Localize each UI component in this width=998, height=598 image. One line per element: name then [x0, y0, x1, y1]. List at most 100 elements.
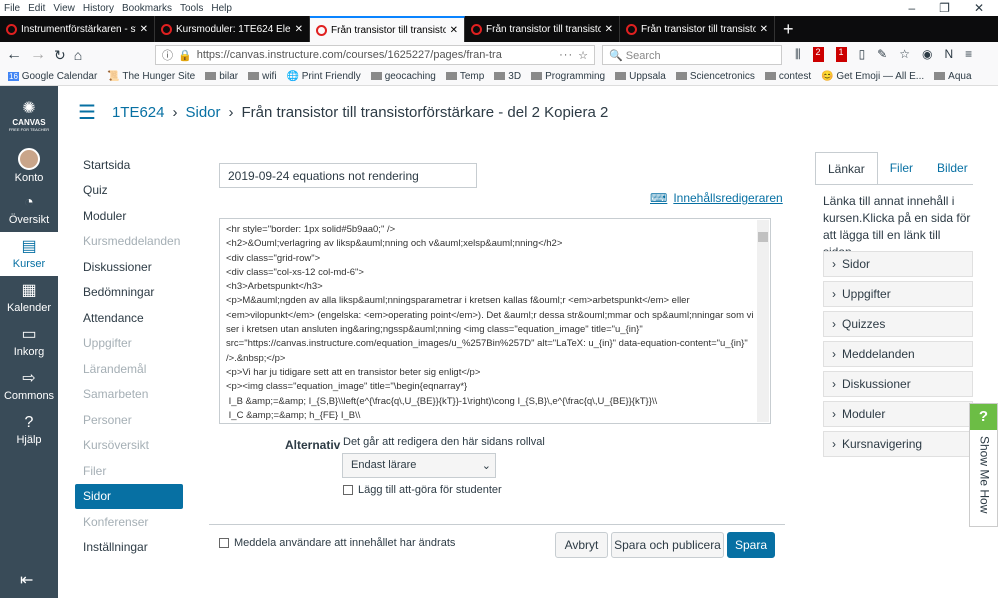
tab-links[interactable]: Länkar [815, 152, 878, 185]
edit-role-select[interactable]: Endast lärare ⌄ [342, 453, 496, 478]
menu-file[interactable]: File [4, 3, 20, 14]
global-nav-calendar[interactable]: ▦ Kalender [0, 276, 58, 320]
canvas-logo[interactable]: ✺ CANVAS FREE FOR TEACHER [0, 86, 58, 144]
course-nav-item[interactable]: Bedömningar [75, 280, 183, 306]
save-publish-button[interactable]: Spara och publicera [611, 532, 724, 558]
back-icon[interactable]: ← [6, 46, 22, 64]
html-editor-textarea[interactable]: <hr style="border: 1px solid#5b9aa0;" />… [219, 218, 771, 424]
course-nav-item[interactable]: Quiz [75, 178, 183, 204]
global-nav-commons[interactable]: ⇨ Commons [0, 364, 58, 408]
extension-badge[interactable]: 2 [812, 47, 824, 62]
menu-bookmarks[interactable]: Bookmarks [122, 3, 172, 14]
bookmark[interactable]: 📜 The Hunger Site [107, 71, 195, 82]
tab-files[interactable]: Filer [878, 152, 925, 185]
bookmark-folder[interactable]: Sciencetronics [675, 71, 755, 82]
scrollbar[interactable] [757, 220, 769, 422]
global-nav-inbox[interactable]: ▭ Inkorg [0, 320, 58, 364]
todo-checkbox-row[interactable]: Lägg till att-göra för studenter [343, 484, 502, 496]
more-icon[interactable]: ··· [559, 49, 573, 61]
course-nav-item[interactable]: Konferenser [75, 509, 183, 535]
menu-view[interactable]: View [53, 3, 75, 14]
course-nav-item[interactable]: Filer [75, 458, 183, 484]
accordion-item[interactable]: › Moduler [823, 401, 973, 427]
library-icon[interactable]: ⫼ [795, 47, 801, 62]
forward-icon[interactable]: → [30, 46, 46, 64]
course-nav-item[interactable]: Inställningar [75, 535, 183, 561]
bookmark-folder[interactable]: geocaching [370, 71, 436, 82]
notify-checkbox[interactable] [219, 538, 229, 548]
global-nav-account[interactable]: Konto [0, 144, 58, 188]
course-nav-item[interactable]: Uppgifter [75, 331, 183, 357]
course-nav-item[interactable]: Kursmeddelanden [75, 229, 183, 255]
home-icon[interactable]: ⌂ [74, 47, 82, 63]
global-nav-dashboard[interactable]: ◔ Översikt [0, 188, 58, 232]
breadcrumb-pages[interactable]: Sidor [185, 104, 220, 121]
show-me-how-widget[interactable]: ? Show Me How [969, 403, 998, 527]
bookmark-folder[interactable]: Temp [445, 71, 484, 82]
accordion-item[interactable]: › Diskussioner [823, 371, 973, 397]
global-nav-courses[interactable]: ▤ Kurser [0, 232, 58, 276]
hamburger-menu-icon[interactable]: ≡ [965, 47, 972, 62]
todo-checkbox[interactable] [343, 485, 353, 495]
accordion-item[interactable]: › Quizzes [823, 311, 973, 337]
sidebar-icon[interactable]: ▯ [859, 47, 866, 62]
close-tab-icon[interactable]: ✕ [760, 24, 768, 35]
accordion-item[interactable]: › Uppgifter [823, 281, 973, 307]
accordion-item[interactable]: › Kursnavigering [823, 431, 973, 457]
course-nav-item[interactable]: Attendance [75, 305, 183, 331]
bookmark-folder[interactable]: 3D [494, 71, 521, 82]
menu-tools[interactable]: Tools [180, 3, 203, 14]
extension-icon[interactable]: ◉ [922, 47, 932, 62]
course-nav-item[interactable]: Personer [75, 407, 183, 433]
hamburger-icon[interactable]: ☰ [78, 100, 96, 125]
accordion-item[interactable]: › Sidor [823, 251, 973, 277]
bookmark[interactable]: 😊 Get Emoji — All E... [821, 71, 924, 82]
bookmark-folder[interactable]: contest [764, 71, 811, 82]
course-nav-item[interactable]: Lärandemål [75, 356, 183, 382]
cancel-button[interactable]: Avbryt [555, 532, 608, 558]
accordion-item[interactable]: › Meddelanden [823, 341, 973, 367]
url-bar[interactable]: ⓘ 🔒 https://canvas.instructure.com/cours… [155, 45, 595, 65]
bookmark-folder[interactable]: wifi [248, 71, 277, 82]
collapse-nav-icon[interactable]: ⇤ [20, 570, 33, 590]
new-tab-button[interactable]: + [775, 16, 802, 42]
search-input[interactable]: 🔍 Search [602, 45, 782, 65]
browser-tab[interactable]: Instrumentförstärkaren - steg f✕ [0, 16, 155, 42]
rich-editor-toggle[interactable]: ⌨ Innehållsredigeraren [650, 191, 783, 205]
bookmark[interactable]: 16 Google Calendar [8, 71, 97, 82]
bookmark-folder[interactable]: Programming [531, 71, 605, 82]
bookmark-folder[interactable]: Uppsala [615, 71, 666, 82]
star-icon[interactable]: ☆ [899, 47, 910, 62]
course-nav-item[interactable]: Kursöversikt [75, 433, 183, 459]
course-nav-item[interactable]: Sidor [75, 483, 183, 509]
extension-n-icon[interactable]: N [944, 47, 953, 62]
minimize-button[interactable]: – [908, 1, 915, 15]
close-tab-icon[interactable]: ✕ [450, 25, 458, 36]
menu-help[interactable]: Help [211, 3, 232, 14]
close-tab-icon[interactable]: ✕ [295, 24, 303, 35]
notify-checkbox-row[interactable]: Meddela användare att innehållet har änd… [219, 537, 455, 549]
star-icon[interactable]: ☆ [578, 49, 588, 62]
course-nav-item[interactable]: Startsida [75, 152, 183, 178]
reload-icon[interactable]: ↻ [54, 47, 66, 64]
global-nav-help[interactable]: ? Hjälp [0, 408, 58, 452]
browser-tab[interactable]: Från transistor till transistorförs✕ [620, 16, 775, 42]
close-tab-icon[interactable]: ✕ [140, 24, 148, 35]
page-title-input[interactable]: 2019-09-24 equations not rendering [219, 163, 477, 188]
bookmark[interactable]: 🌐 Print Friendly [287, 71, 361, 82]
close-window-button[interactable]: ✕ [974, 1, 984, 15]
breadcrumb-course[interactable]: 1TE624 [112, 104, 165, 121]
extension-badge[interactable]: 1 [835, 47, 847, 62]
extension-icon[interactable]: ✎ [877, 47, 887, 62]
course-nav-item[interactable]: Diskussioner [75, 254, 183, 280]
menu-edit[interactable]: Edit [28, 3, 45, 14]
close-tab-icon[interactable]: ✕ [605, 24, 613, 35]
menu-history[interactable]: History [83, 3, 114, 14]
course-nav-item[interactable]: Samarbeten [75, 382, 183, 408]
restore-button[interactable]: ❐ [939, 1, 950, 15]
browser-tab[interactable]: Från transistor till transistorförs✕ [465, 16, 620, 42]
course-nav-item[interactable]: Moduler [75, 203, 183, 229]
browser-tab[interactable]: Kursmoduler: 1TE624 Elektroni✕ [155, 16, 310, 42]
tab-images[interactable]: Bilder [925, 152, 980, 185]
save-button[interactable]: Spara [727, 532, 775, 558]
